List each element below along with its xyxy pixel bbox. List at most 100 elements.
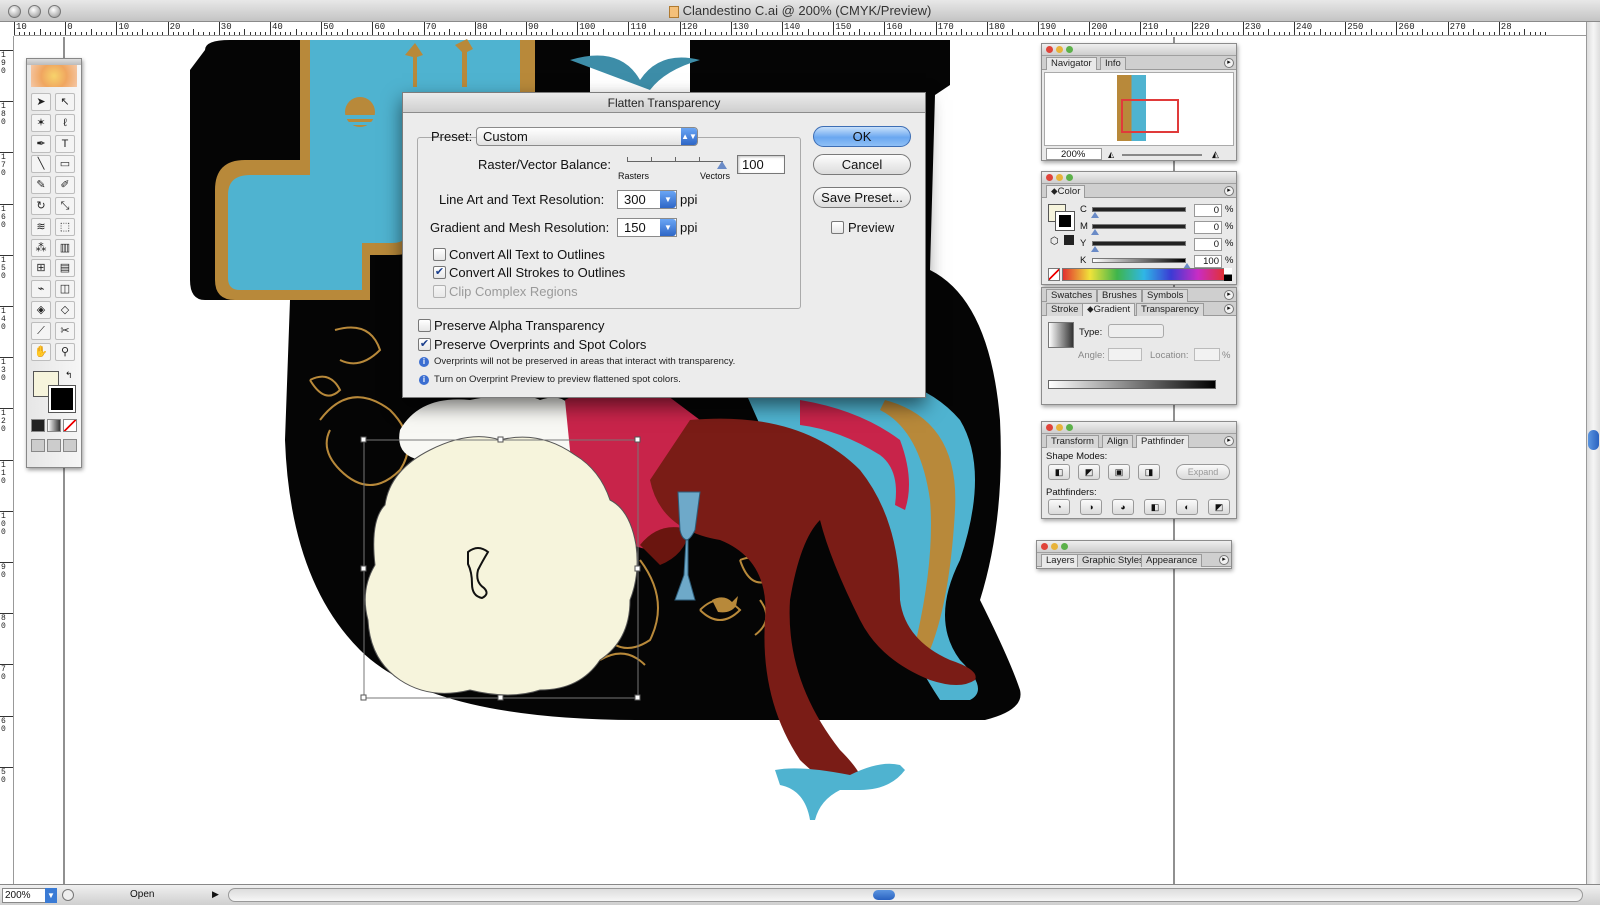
merge-button[interactable]: ◕ [1112,499,1134,515]
palette-titlebar[interactable] [1042,172,1236,184]
channel-slider[interactable] [1092,224,1186,229]
preset-select[interactable]: Custom ▲▼ [476,127,698,146]
palette-titlebar[interactable] [1037,541,1231,553]
none-color-swatch[interactable] [1048,268,1060,281]
zoom-palette-button[interactable] [1066,46,1073,53]
unite-button[interactable]: ◧ [1048,464,1070,480]
expand-button[interactable]: Expand [1176,464,1230,480]
swap-colors-icon[interactable]: ↰ [65,370,73,381]
palette-menu-icon[interactable]: ▸ [1219,555,1229,565]
line-art-select[interactable]: 300 ▼ [617,190,677,209]
close-window-button[interactable] [8,5,21,18]
tab-transform[interactable]: Transform [1046,435,1099,448]
exclude-button[interactable]: ◨ [1138,464,1160,480]
palette-menu-icon[interactable]: ▸ [1224,58,1234,68]
vertical-ruler[interactable]: 190 180 170 160 150 140 130 120 110 100 90 80 70 60 50 [0,36,14,884]
slider-thumb[interactable] [717,161,727,169]
lasso-tool[interactable]: ℓ [55,113,75,132]
palette-menu-icon[interactable]: ▸ [1224,186,1234,196]
palette-titlebar[interactable] [1042,422,1236,434]
rotate-tool[interactable]: ↻ [31,197,51,215]
screen-mode-normal-button[interactable] [31,439,45,452]
line-tool[interactable]: ╲ [31,155,51,174]
outline-button[interactable]: ◐ [1176,499,1198,515]
color-spectrum-bar[interactable] [1062,268,1226,281]
tab-symbols[interactable]: Symbols [1142,289,1189,302]
tab-brushes[interactable]: Brushes [1097,289,1142,302]
channel-slider[interactable] [1092,258,1186,263]
close-palette-button[interactable] [1046,174,1053,181]
minimize-palette-button[interactable] [1056,174,1063,181]
scale-tool[interactable]: ⤡ [55,197,75,215]
zoom-out-icon[interactable]: ◭ [1108,150,1114,159]
channel-value-field[interactable]: 0 [1194,238,1222,251]
scissors-tool[interactable]: ✂ [55,321,75,340]
navigator-zoom-slider[interactable] [1122,154,1202,156]
hand-tool[interactable]: ✋ [31,342,51,361]
minimize-palette-button[interactable] [1051,543,1058,550]
channel-value-field[interactable]: 100 [1194,255,1222,268]
graph-tool[interactable]: ▥ [55,238,75,257]
blend-tool[interactable]: ◫ [55,280,75,299]
screen-mode-full-button[interactable] [63,439,77,452]
pencil-tool[interactable]: ✐ [55,176,75,195]
direct-selection-tool[interactable]: ↖ [55,93,75,111]
mesh-tool[interactable]: ⊞ [31,259,51,278]
palette-menu-icon[interactable]: ▸ [1224,436,1234,446]
gradient-preview-swatch[interactable] [1048,322,1074,348]
cancel-button[interactable]: Cancel [813,154,911,175]
minimize-window-button[interactable] [28,5,41,18]
scroll-thumb[interactable] [1588,430,1599,450]
zoom-level-field[interactable]: 200% [2,888,46,903]
live-paint-selection-tool[interactable]: ◇ [55,301,75,319]
tab-navigator[interactable]: Navigator [1046,57,1097,70]
close-palette-button[interactable] [1046,424,1053,431]
selection-tool[interactable]: ➤ [31,93,51,111]
clip-complex-checkbox[interactable] [433,285,446,298]
gradient-tool[interactable]: ▤ [55,259,75,278]
tab-stroke[interactable]: Stroke [1046,303,1084,316]
raster-vector-field[interactable]: 100 [737,155,785,174]
crop-button[interactable]: ◧ [1144,499,1166,515]
minimize-palette-button[interactable] [1056,424,1063,431]
channel-slider[interactable] [1092,207,1186,212]
tab-layers[interactable]: Layers [1041,554,1080,567]
tab-info[interactable]: Info [1100,57,1126,70]
tab-pathfinder[interactable]: Pathfinder [1136,435,1190,448]
zoom-in-icon[interactable]: ◭ [1212,149,1219,160]
channel-value-field[interactable]: 0 [1194,204,1222,217]
angle-field[interactable] [1108,348,1142,361]
trim-button[interactable]: ◑ [1080,499,1102,515]
convert-text-checkbox[interactable] [433,248,446,261]
magic-wand-tool[interactable]: ✶ [31,113,51,132]
rectangle-tool[interactable]: ▭ [55,155,75,174]
horizontal-scrollbar[interactable] [228,888,1583,902]
preserve-alpha-checkbox[interactable] [418,319,431,332]
palette-menu-icon[interactable]: ▸ [1224,304,1234,314]
preview-checkbox[interactable] [831,221,844,234]
preserve-overprints-checkbox[interactable]: ✔ [418,338,431,351]
live-paint-tool[interactable]: ◈ [31,301,51,319]
slice-tool[interactable]: ⟋ [31,321,51,340]
zoom-tool[interactable]: ⚲ [55,342,75,361]
palette-titlebar[interactable] [1042,44,1236,56]
tab-graphic-styles[interactable]: Graphic Styles [1077,554,1149,567]
slider-thumb[interactable] [1091,229,1099,235]
free-transform-tool[interactable]: ⬚ [55,217,75,236]
zoom-window-button[interactable] [48,5,61,18]
tab-align[interactable]: Align [1102,435,1134,448]
navigator-view-box[interactable] [1121,99,1179,133]
ok-button[interactable]: OK [813,126,911,147]
warp-tool[interactable]: ≋ [31,217,51,236]
gradient-type-select[interactable] [1108,324,1164,338]
stroke-color-swatch[interactable] [48,385,76,413]
location-field[interactable] [1194,348,1220,361]
status-icon[interactable] [62,889,74,901]
zoom-palette-button[interactable] [1066,174,1073,181]
tab-color[interactable]: ⬥Color [1046,185,1086,198]
status-menu-arrow[interactable]: ▶ [212,889,219,900]
tab-gradient[interactable]: ⬥Gradient [1082,303,1136,316]
pen-tool[interactable]: ✒ [31,134,51,153]
paintbrush-tool[interactable]: ✎ [31,176,51,195]
zoom-palette-button[interactable] [1061,543,1068,550]
